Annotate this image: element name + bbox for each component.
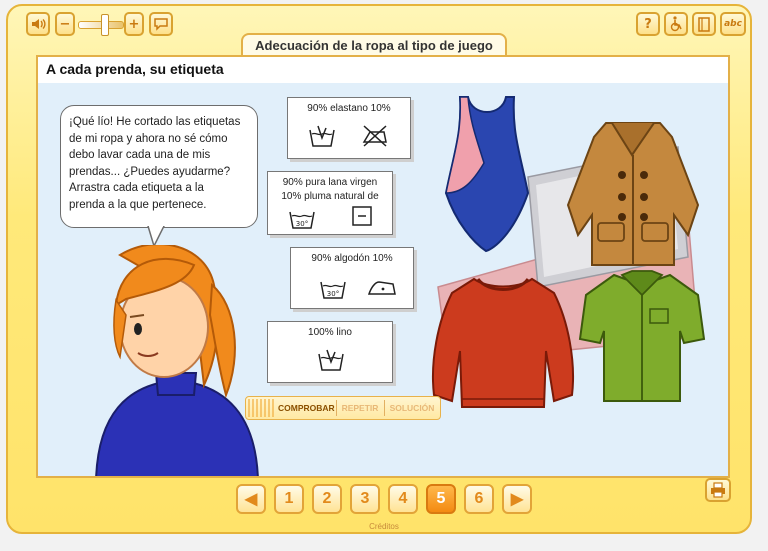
- coat-drop-target[interactable]: [562, 115, 704, 269]
- printer-icon: [711, 482, 725, 498]
- hand-wash-icon: [309, 125, 335, 147]
- notebook-icon: [698, 16, 710, 32]
- sweater-drop-target[interactable]: [428, 271, 578, 411]
- minus-label: −: [59, 16, 71, 32]
- plus-label: +: [128, 16, 140, 32]
- label-composition: 90% algodón 10%: [311, 253, 393, 264]
- help-label: ?: [644, 16, 652, 32]
- wash-temp-label: 30°: [296, 220, 308, 228]
- accessibility-button[interactable]: [664, 12, 688, 36]
- page-6-button[interactable]: 6: [464, 484, 494, 514]
- bubble-line: prenda a la que pertenece.: [69, 198, 207, 211]
- wheelchair-icon: [670, 16, 682, 32]
- label-composition: 90% elastano 10%: [307, 103, 391, 114]
- girl-character: [95, 245, 259, 476]
- page-2-button[interactable]: 2: [312, 484, 342, 514]
- action-separator: [336, 400, 337, 416]
- page-4-button[interactable]: 4: [388, 484, 418, 514]
- speech-bubble-icon: [154, 18, 168, 31]
- page-number: 5: [436, 490, 446, 507]
- volume-slider-knob[interactable]: [101, 14, 110, 36]
- stage-header: A cada prenda, su etiqueta: [38, 57, 728, 83]
- page-number: 2: [322, 490, 332, 507]
- help-button[interactable]: ?: [636, 12, 660, 36]
- care-label-elastane[interactable]: 90% elastano 10%: [287, 97, 411, 159]
- wash-temp-label: 30°: [327, 290, 339, 298]
- care-label-cotton[interactable]: 90% algodón 10% 30°: [290, 247, 414, 309]
- speaker-icon: [32, 19, 46, 29]
- label-composition: 10% pluma natural de: [281, 191, 379, 202]
- swimsuit-drop-target[interactable]: [444, 93, 530, 253]
- sound-button[interactable]: [26, 12, 50, 36]
- next-page-button[interactable]: ▶: [502, 484, 532, 514]
- subtitles-button[interactable]: [149, 12, 173, 36]
- volume-down-button[interactable]: −: [55, 12, 75, 36]
- bubble-line: prendas... ¿Puedes ayudarme?: [69, 165, 231, 178]
- activity-title-tab: Adecuación de la ropa al tipo de juego: [241, 33, 507, 56]
- stage-title: A cada prenda, su etiqueta: [46, 61, 224, 77]
- dry-flat-icon: [352, 206, 372, 226]
- care-label-linen[interactable]: 100% lino: [267, 321, 393, 383]
- page-5-button[interactable]: 5: [426, 484, 456, 514]
- bubble-line: Arrastra cada etiqueta a la: [69, 182, 204, 194]
- page-1-button[interactable]: 1: [274, 484, 304, 514]
- action-bar: COMPROBAR REPETIR SOLUCIÓN: [245, 396, 441, 420]
- check-button[interactable]: COMPROBAR: [278, 397, 335, 419]
- glossary-label: abc: [724, 19, 742, 29]
- label-composition: 100% lino: [308, 327, 352, 338]
- shirt-drop-target[interactable]: [576, 269, 708, 405]
- activity-title: Adecuación de la ropa al tipo de juego: [255, 38, 493, 53]
- page-3-button[interactable]: 3: [350, 484, 380, 514]
- page-number: 3: [360, 490, 370, 507]
- glossary-button[interactable]: abc: [720, 12, 746, 36]
- notebook-button[interactable]: [692, 12, 716, 36]
- bubble-line: de mi ropa y ahora no sé cómo: [69, 132, 228, 145]
- bubble-line: ¡Qué lío! He cortado las etiquetas: [69, 116, 241, 128]
- credits-link[interactable]: Créditos: [360, 522, 408, 531]
- drag-grip[interactable]: [248, 399, 276, 417]
- solution-button[interactable]: SOLUCIÓN: [386, 397, 438, 419]
- activity-stage: A cada prenda, su etiqueta ¡Qué lío! He …: [36, 55, 730, 478]
- page-number: 4: [398, 490, 408, 507]
- next-arrow-icon: ▶: [510, 491, 524, 508]
- print-button[interactable]: [705, 478, 731, 502]
- repeat-button[interactable]: REPETIR: [338, 397, 382, 419]
- care-label-wool[interactable]: 90% pura lana virgen 10% pluma natural d…: [267, 171, 393, 235]
- prev-arrow-icon: ◀: [244, 491, 258, 508]
- wash-30-icon: 30°: [289, 211, 315, 229]
- wash-30-icon: 30°: [320, 281, 346, 299]
- bubble-line: debo lavar cada una de mis: [69, 149, 211, 161]
- page-number: 1: [284, 490, 294, 507]
- volume-up-button[interactable]: +: [124, 12, 144, 36]
- label-composition: 90% pura lana virgen: [282, 177, 378, 188]
- no-iron-icon: [362, 125, 387, 147]
- iron-icon: [367, 281, 396, 295]
- speech-bubble: ¡Qué lío! He cortado las etiquetas de mi…: [60, 105, 258, 228]
- page-number: 6: [474, 490, 484, 507]
- action-separator: [384, 400, 385, 416]
- prev-page-button[interactable]: ◀: [236, 484, 266, 514]
- hand-wash-icon: [318, 349, 344, 371]
